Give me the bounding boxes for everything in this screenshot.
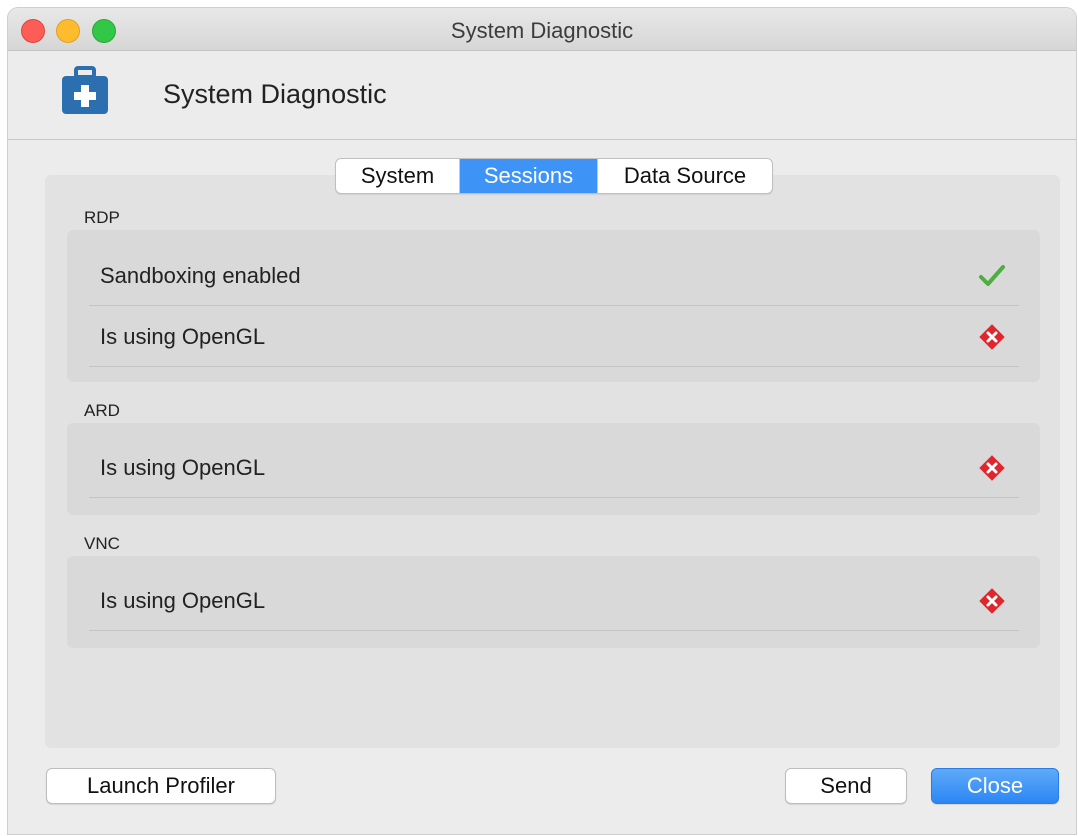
checkmark-icon — [979, 265, 1005, 286]
list-item: Is using OpenGL — [89, 437, 1019, 498]
list-item: Is using OpenGL — [89, 570, 1019, 631]
launch-profiler-button[interactable]: Launch Profiler — [46, 768, 276, 804]
error-icon — [979, 455, 1005, 481]
tab-bar: System Sessions Data Source — [335, 158, 773, 194]
section-label-rdp: RDP — [84, 208, 120, 227]
section-group-vnc: Is using OpenGL — [67, 556, 1040, 648]
section-label-vnc: VNC — [84, 534, 120, 553]
list-item: Is using OpenGL — [89, 306, 1019, 367]
tab-sessions[interactable]: Sessions — [460, 159, 598, 193]
row-label: Is using OpenGL — [100, 588, 266, 613]
title-bar: System Diagnostic — [8, 8, 1076, 51]
section-label-ard: ARD — [84, 401, 120, 420]
list-item: Sandboxing enabled — [89, 245, 1019, 306]
row-label: Is using OpenGL — [100, 324, 266, 349]
tab-data-source[interactable]: Data Source — [598, 159, 772, 193]
row-label: Is using OpenGL — [100, 455, 266, 480]
section-group-rdp: Sandboxing enabled Is using OpenGL — [67, 230, 1040, 382]
section-group-ard: Is using OpenGL — [67, 423, 1040, 515]
header-title: System Diagnostic — [163, 79, 387, 109]
error-icon — [979, 588, 1005, 614]
window-title: System Diagnostic — [450, 18, 634, 43]
close-button[interactable]: Close — [931, 768, 1059, 804]
send-button[interactable]: Send — [785, 768, 907, 804]
header: System Diagnostic — [8, 51, 1076, 140]
system-diagnostic-window: System Diagnostic System Diagnostic Syst… — [8, 8, 1076, 834]
row-label: Sandboxing enabled — [100, 263, 301, 288]
tab-system[interactable]: System — [336, 159, 460, 193]
error-icon — [979, 324, 1005, 350]
first-aid-kit-icon — [62, 66, 108, 114]
